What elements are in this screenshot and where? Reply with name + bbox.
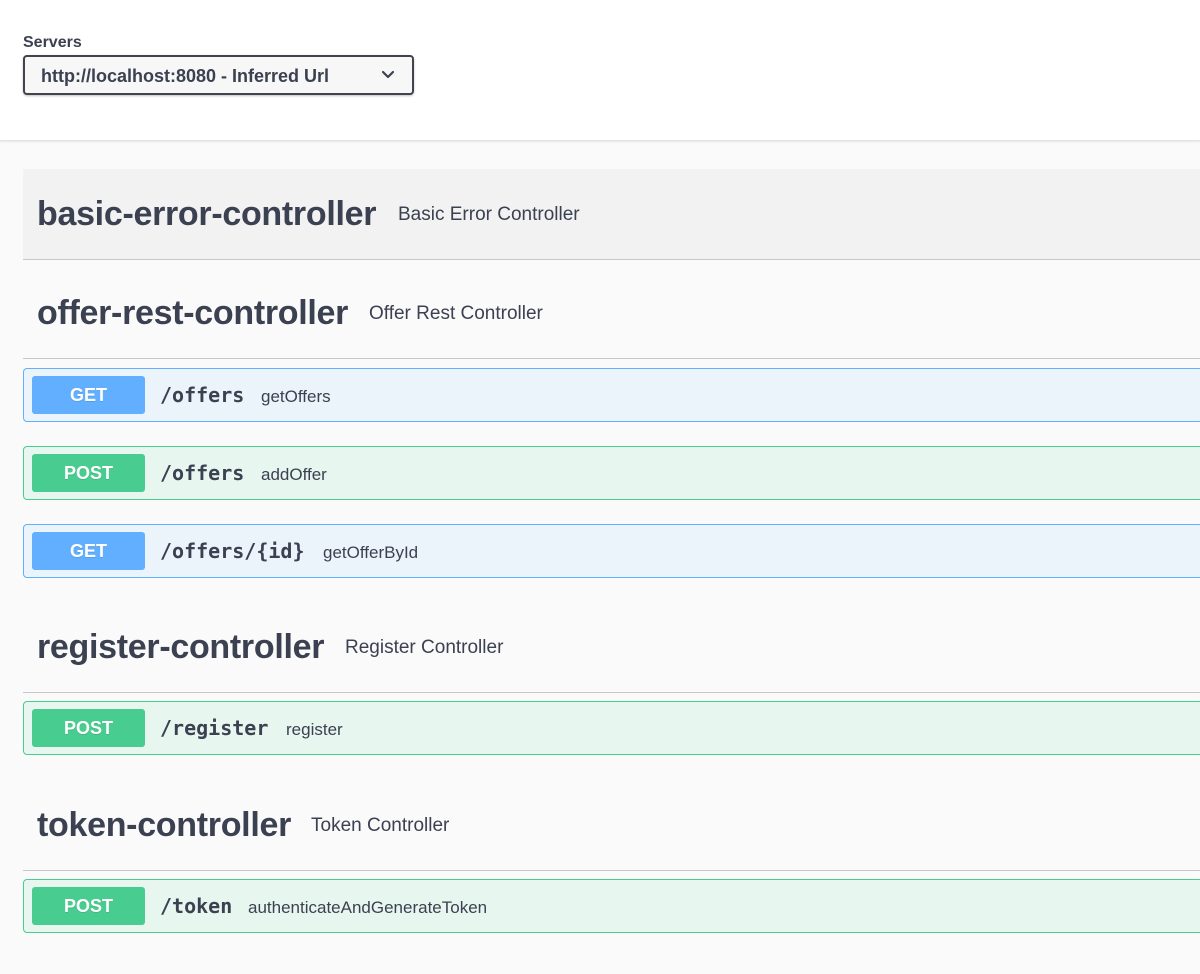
method-badge: GET [32,532,145,570]
tag-header-offer-rest-controller[interactable]: offer-rest-controller Offer Rest Control… [23,268,1200,359]
server-select-value: http://localhost:8080 - Inferred Url [41,66,330,86]
operation-post-register[interactable]: POST /register register [23,701,1200,755]
tag-header-register-controller[interactable]: register-controller Register Controller [23,602,1200,693]
operation-post-offers[interactable]: POST /offers addOffer [23,446,1200,500]
operation-path: /register [160,716,269,740]
tag-section-offer-rest-controller: offer-rest-controller Offer Rest Control… [23,268,1200,359]
tag-name: basic-error-controller [37,195,377,233]
method-badge: GET [32,376,145,414]
servers-label: Servers [23,34,82,51]
tag-description: Register Controller [345,637,504,658]
operation-summary: getOffers [261,387,331,406]
method-badge: POST [32,454,145,492]
operation-post-token[interactable]: POST /token authenticateAndGenerateToken [23,879,1200,933]
server-select[interactable]: http://localhost:8080 - Inferred Url [23,55,414,95]
tag-description: Token Controller [311,815,450,836]
operation-summary: register [286,720,343,739]
operation-summary: getOfferById [323,543,419,562]
operation-path: /offers [160,383,245,407]
operation-path: /offers [160,461,245,485]
tag-header-basic-error-controller[interactable]: basic-error-controller Basic Error Contr… [23,169,1200,260]
operation-summary: authenticateAndGenerateToken [248,898,488,917]
tag-name: register-controller [37,628,325,666]
chevron-down-icon [381,70,395,79]
tag-name: token-controller [37,806,292,844]
operation-get-offer-by-id[interactable]: GET /offers/{id} getOfferById [23,524,1200,578]
tag-description: Basic Error Controller [398,204,580,225]
tag-section-token-controller: token-controller Token Controller [23,780,1200,871]
operation-path: /token [160,894,233,918]
tag-section-register-controller: register-controller Register Controller [23,602,1200,693]
tag-name: offer-rest-controller [37,294,349,332]
operation-get-offers[interactable]: GET /offers getOffers [23,368,1200,422]
tag-section-basic-error-controller: basic-error-controller Basic Error Contr… [23,169,1200,260]
operation-path: /offers/{id} [160,539,305,563]
method-badge: POST [32,709,145,747]
tag-header-token-controller[interactable]: token-controller Token Controller [23,780,1200,871]
method-badge: POST [32,887,145,925]
servers-bar: Servers http://localhost:8080 - Inferred… [0,0,1200,141]
operation-summary: addOffer [261,465,327,484]
tag-description: Offer Rest Controller [369,303,543,324]
